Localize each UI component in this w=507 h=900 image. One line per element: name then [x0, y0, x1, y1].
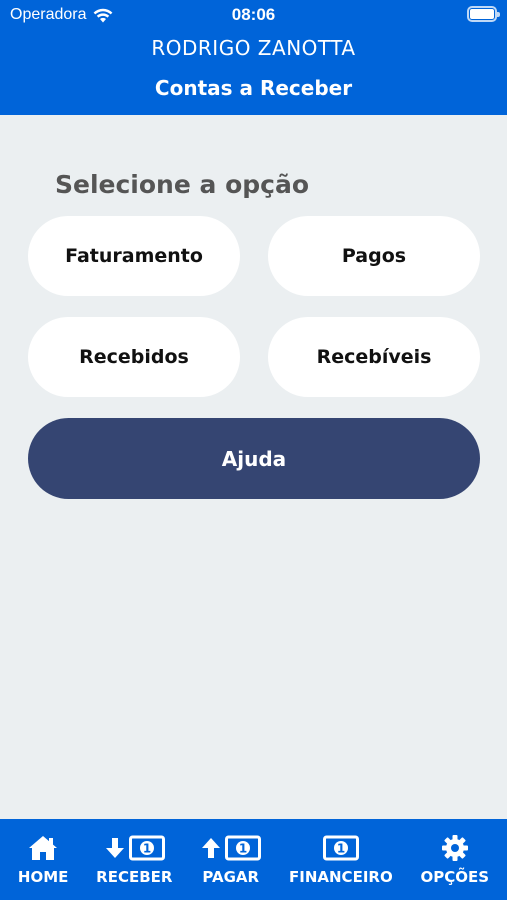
tab-receber-label: RECEBER	[96, 868, 173, 886]
help-button[interactable]: Ajuda	[28, 418, 480, 499]
page-title: Contas a Receber	[154, 76, 353, 100]
tab-pagar[interactable]: 1 PAGAR	[200, 833, 262, 886]
pagos-button[interactable]: Pagos	[268, 216, 480, 296]
arrow-down-icon	[104, 836, 126, 860]
tab-financeiro[interactable]: 1 FINANCEIRO	[289, 833, 393, 886]
section-label: Selecione a opção	[55, 170, 310, 199]
money-icon: 1	[225, 835, 262, 861]
home-icon	[27, 834, 59, 862]
tab-home-label: HOME	[17, 868, 69, 886]
tab-receber[interactable]: 1 RECEBER	[96, 833, 172, 886]
gear-icon	[441, 834, 469, 862]
battery-icon	[467, 6, 500, 22]
money-icon: 1	[128, 835, 165, 861]
arrow-up-icon	[200, 836, 222, 860]
user-name: RODRIGO ZANOTTA	[151, 36, 356, 60]
tab-pagar-label: PAGAR	[202, 868, 260, 886]
tab-financeiro-label: FINANCEIRO	[289, 868, 393, 886]
tab-home[interactable]: HOME	[18, 833, 68, 886]
app-header: Operadora 08:06 RODRIGO ZANOTTA Contas a…	[0, 0, 507, 115]
status-bar: Operadora 08:06	[0, 0, 507, 30]
faturamento-button[interactable]: Faturamento	[28, 216, 240, 296]
svg-text:1: 1	[143, 842, 151, 856]
recebiveis-button[interactable]: Recebíveis	[268, 317, 480, 397]
money-icon: 1	[322, 835, 359, 861]
recebidos-button[interactable]: Recebidos	[28, 317, 240, 397]
status-time: 08:06	[231, 5, 276, 24]
bottom-tab-bar: HOME 1 RECEBER 1 PAGAR 1 FINANCEIRO OPÇÕ…	[0, 819, 507, 900]
svg-text:1: 1	[239, 842, 247, 856]
svg-text:1: 1	[337, 842, 345, 856]
tab-opcoes-label: OPÇÕES	[420, 868, 490, 886]
tab-opcoes[interactable]: OPÇÕES	[420, 833, 489, 886]
